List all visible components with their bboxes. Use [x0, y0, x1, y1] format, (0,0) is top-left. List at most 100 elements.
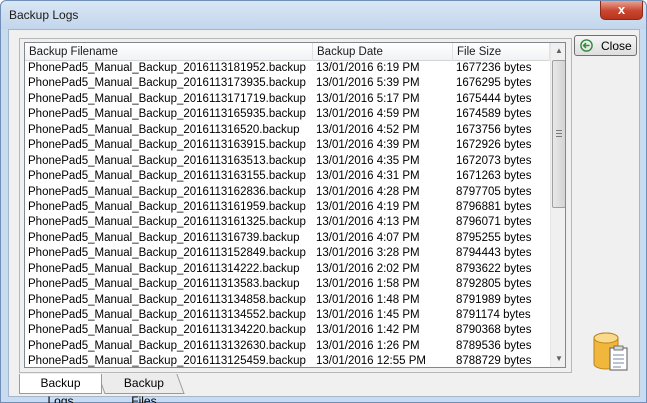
column-header-size[interactable]: File Size: [453, 43, 550, 61]
table-row[interactable]: PhonePad5_Manual_Backup_2016113165935.ba…: [25, 107, 550, 122]
cell-size: 8791174 bytes: [456, 309, 531, 321]
cell-size: 1674589 bytes: [456, 108, 532, 121]
cell-filename: PhonePad5_Manual_Backup_2016113125459.ba…: [28, 355, 306, 368]
list-body: PhonePad5_Manual_Backup_2016113181952.ba…: [25, 61, 550, 368]
cell-size: 8797705 bytes: [456, 185, 532, 198]
cell-date: 13/01/2016 2:02 PM: [316, 262, 420, 275]
table-row[interactable]: PhonePad5_Manual_Backup_201611314222.bac…: [25, 262, 550, 277]
table-row[interactable]: PhonePad5_Manual_Backup_2016113161325.ba…: [25, 215, 550, 230]
table-row[interactable]: PhonePad5_Manual_Backup_2016113125459.ba…: [25, 354, 550, 368]
cell-date: 13/01/2016 4:35 PM: [316, 154, 420, 167]
cell-filename: PhonePad5_Manual_Backup_2016113163155.ba…: [28, 170, 306, 183]
scroll-thumb[interactable]: [552, 60, 565, 208]
table-row[interactable]: PhonePad5_Manual_Backup_2016113163513.ba…: [25, 154, 550, 169]
cell-size: 8796071 bytes: [456, 216, 532, 229]
tab-label: Backup Files: [123, 376, 164, 403]
list-header: Backup Filename Backup Date File Size: [25, 43, 550, 61]
cell-date: 13/01/2016 1:26 PM: [316, 339, 420, 352]
cell-filename: PhonePad5_Manual_Backup_2016113161325.ba…: [28, 216, 306, 229]
column-header-filename[interactable]: Backup Filename: [25, 43, 313, 61]
cell-filename: PhonePad5_Manual_Backup_201611316739.bac…: [28, 231, 300, 244]
cell-date: 13/01/2016 5:17 PM: [316, 92, 420, 105]
tab-panel: Backup Filename Backup Date File Size Ph…: [19, 38, 572, 373]
table-row[interactable]: PhonePad5_Manual_Backup_2016113134552.ba…: [25, 308, 550, 323]
table-row[interactable]: PhonePad5_Manual_Backup_2016113152849.ba…: [25, 246, 550, 261]
database-document-icon: [593, 332, 628, 371]
window-title: Backup Logs: [9, 8, 79, 22]
column-header-date[interactable]: Backup Date: [313, 43, 453, 61]
table-row[interactable]: PhonePad5_Manual_Backup_201611316739.bac…: [25, 231, 550, 246]
table-row[interactable]: PhonePad5_Manual_Backup_2016113134220.ba…: [25, 323, 550, 338]
cell-filename: PhonePad5_Manual_Backup_2016113181952.ba…: [28, 62, 306, 74]
cell-date: 13/01/2016 4:52 PM: [316, 123, 420, 136]
cell-filename: PhonePad5_Manual_Backup_2016113163513.ba…: [28, 154, 306, 167]
cell-filename: PhonePad5_Manual_Backup_2016113171719.ba…: [28, 92, 306, 105]
cell-size: 1673756 bytes: [456, 123, 532, 136]
cell-filename: PhonePad5_Manual_Backup_201611313583.bac…: [28, 278, 300, 291]
cell-date: 13/01/2016 1:48 PM: [316, 293, 420, 306]
cell-filename: PhonePad5_Manual_Backup_2016113162836.ba…: [28, 185, 306, 198]
table-row[interactable]: PhonePad5_Manual_Backup_2016113134858.ba…: [25, 293, 550, 308]
table-row[interactable]: PhonePad5_Manual_Backup_2016113162836.ba…: [25, 185, 550, 200]
scroll-up-arrow-icon[interactable]: ▲: [551, 43, 565, 59]
cell-size: 8790368 bytes: [456, 324, 532, 337]
dialog-body: Backup Filename Backup Date File Size Ph…: [8, 29, 640, 403]
cell-filename: PhonePad5_Manual_Backup_2016113163915.ba…: [28, 139, 306, 152]
cell-date: 13/01/2016 4:39 PM: [316, 139, 420, 152]
cell-date: 13/01/2016 4:28 PM: [316, 185, 420, 198]
cell-size: 1675444 bytes: [456, 92, 532, 105]
cell-date: 13/01/2016 12:55 PM: [316, 355, 426, 368]
cell-date: 13/01/2016 1:58 PM: [316, 278, 420, 291]
backup-list-view[interactable]: Backup Filename Backup Date File Size Ph…: [24, 42, 566, 368]
table-row[interactable]: PhonePad5_Manual_Backup_2016113132630.ba…: [25, 339, 550, 354]
cell-size: 8791989 bytes: [456, 293, 532, 306]
cell-filename: PhonePad5_Manual_Backup_2016113134858.ba…: [28, 293, 306, 306]
cell-date: 13/01/2016 1:42 PM: [316, 324, 420, 337]
cell-date: 13/01/2016 4:59 PM: [316, 108, 420, 121]
cell-date: 13/01/2016 5:39 PM: [316, 77, 420, 90]
cell-date: 13/01/2016 3:28 PM: [316, 247, 420, 260]
cell-size: 1676295 bytes: [456, 77, 532, 90]
cell-size: 1672073 bytes: [456, 154, 532, 167]
window-close-button[interactable]: x: [600, 1, 643, 20]
cell-date: 13/01/2016 4:07 PM: [316, 231, 420, 244]
vertical-scrollbar[interactable]: ▲ ▼: [550, 43, 565, 367]
cell-filename: PhonePad5_Manual_Backup_2016113132630.ba…: [28, 339, 306, 352]
table-row[interactable]: PhonePad5_Manual_Backup_2016113163915.ba…: [25, 138, 550, 153]
scroll-down-arrow-icon[interactable]: ▼: [551, 351, 565, 367]
tab-label: Backup Logs: [40, 376, 81, 403]
table-row[interactable]: PhonePad5_Manual_Backup_201611316520.bac…: [25, 123, 550, 138]
cell-size: 8793622 bytes: [456, 262, 532, 275]
table-row[interactable]: PhonePad5_Manual_Backup_2016113181952.ba…: [25, 61, 550, 76]
table-row[interactable]: PhonePad5_Manual_Backup_2016113171719.ba…: [25, 92, 550, 107]
cell-size: 8796881 bytes: [456, 200, 532, 213]
cell-date: 13/01/2016 4:13 PM: [316, 216, 420, 229]
title-bar[interactable]: Backup Logs x: [1, 1, 646, 29]
close-button-label: Close: [601, 39, 632, 53]
cell-filename: PhonePad5_Manual_Backup_201611314222.bac…: [28, 262, 300, 275]
close-button[interactable]: Close: [574, 35, 637, 56]
table-row[interactable]: PhonePad5_Manual_Backup_201611313583.bac…: [25, 277, 550, 292]
cell-size: 1677236 bytes: [456, 62, 532, 74]
cell-filename: PhonePad5_Manual_Backup_2016113134220.ba…: [28, 324, 306, 337]
cell-filename: PhonePad5_Manual_Backup_2016113173935.ba…: [28, 77, 306, 90]
cell-size: 1671263 bytes: [456, 170, 532, 183]
cell-size: 1672926 bytes: [456, 139, 532, 152]
cell-filename: PhonePad5_Manual_Backup_2016113152849.ba…: [28, 247, 306, 260]
backup-logs-window: Backup Logs x Backup Filename Backup Dat…: [0, 0, 647, 403]
cell-date: 13/01/2016 4:19 PM: [316, 200, 420, 213]
cell-filename: PhonePad5_Manual_Backup_201611316520.bac…: [28, 123, 300, 136]
cell-size: 8794443 bytes: [456, 247, 532, 260]
table-row[interactable]: PhonePad5_Manual_Backup_2016113163155.ba…: [25, 169, 550, 184]
table-row[interactable]: PhonePad5_Manual_Backup_2016113173935.ba…: [25, 76, 550, 91]
grip-line: [556, 130, 562, 131]
tab-backup-files[interactable]: Backup Files: [97, 374, 185, 403]
cell-size: 8788729 bytes: [456, 355, 532, 368]
cell-size: 8789536 bytes: [456, 339, 532, 352]
table-row[interactable]: PhonePad5_Manual_Backup_2016113161959.ba…: [25, 200, 550, 215]
cell-filename: PhonePad5_Manual_Backup_2016113161959.ba…: [28, 200, 306, 213]
tab-backup-logs[interactable]: Backup Logs: [19, 374, 102, 403]
cell-date: 13/01/2016 6:19 PM: [316, 62, 420, 74]
cell-filename: PhonePad5_Manual_Backup_2016113134552.ba…: [28, 309, 306, 321]
grip-line: [556, 133, 562, 134]
